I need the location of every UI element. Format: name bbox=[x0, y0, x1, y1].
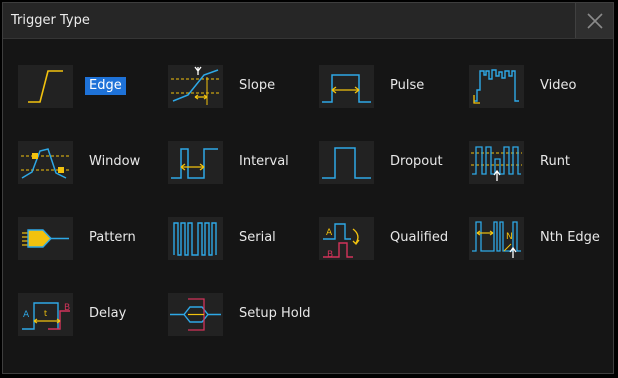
pulse-icon bbox=[319, 65, 374, 108]
trigger-label-runt: Runt bbox=[540, 154, 571, 169]
trigger-label-nth-edge: Nth Edge bbox=[540, 230, 600, 245]
trigger-label-serial: Serial bbox=[239, 230, 276, 245]
window-icon bbox=[18, 141, 73, 184]
dropout-icon bbox=[319, 141, 374, 184]
delay-a-label: A bbox=[23, 310, 30, 320]
trigger-item-pattern[interactable]: Pattern bbox=[3, 215, 153, 263]
trigger-item-serial[interactable]: Serial bbox=[153, 215, 303, 263]
interval-icon bbox=[168, 141, 223, 184]
trigger-item-slope[interactable]: Slope bbox=[153, 63, 303, 111]
trigger-item-pulse[interactable]: Pulse bbox=[304, 63, 454, 111]
trigger-item-qualified[interactable]: A B Qualified bbox=[304, 215, 454, 263]
trigger-label-qualified: Qualified bbox=[390, 230, 449, 245]
trigger-label-interval: Interval bbox=[239, 154, 289, 169]
edge-icon bbox=[18, 65, 73, 108]
trigger-label-delay: Delay bbox=[89, 306, 127, 321]
trigger-label-video: Video bbox=[540, 78, 577, 93]
trigger-item-dropout[interactable]: Dropout bbox=[304, 139, 454, 187]
qualified-icon: A B bbox=[319, 217, 374, 260]
trigger-label-dropout: Dropout bbox=[390, 154, 443, 169]
trigger-item-nth-edge[interactable]: N Nth Edge bbox=[454, 215, 604, 263]
trigger-item-edge[interactable]: Edge bbox=[3, 63, 153, 111]
trigger-label-setup-hold: Setup Hold bbox=[239, 306, 311, 321]
qualified-a-label: A bbox=[326, 228, 333, 238]
close-icon bbox=[586, 12, 603, 29]
trigger-label-edge: Edge bbox=[85, 77, 126, 95]
delay-icon: A t B bbox=[18, 293, 73, 336]
delay-t-label: t bbox=[44, 309, 47, 318]
runt-icon bbox=[469, 141, 524, 184]
trigger-item-video[interactable]: Video bbox=[454, 63, 604, 111]
trigger-type-grid: Edge Slope Pulse Video Window Interval D… bbox=[3, 39, 613, 373]
qualified-b-label: B bbox=[327, 250, 333, 260]
trigger-label-pattern: Pattern bbox=[89, 230, 136, 245]
trigger-item-setup-hold[interactable]: Setup Hold bbox=[153, 291, 311, 339]
trigger-label-pulse: Pulse bbox=[390, 78, 425, 93]
close-button[interactable] bbox=[575, 3, 613, 38]
pattern-icon bbox=[18, 217, 73, 260]
nth-n-label: N bbox=[506, 232, 513, 242]
nth-edge-icon: N bbox=[469, 217, 524, 260]
trigger-label-window: Window bbox=[89, 154, 141, 169]
trigger-label-slope: Slope bbox=[239, 78, 276, 93]
trigger-item-interval[interactable]: Interval bbox=[153, 139, 303, 187]
trigger-item-runt[interactable]: Runt bbox=[454, 139, 604, 187]
serial-icon bbox=[168, 217, 223, 260]
slope-icon bbox=[168, 65, 223, 108]
dialog-title: Trigger Type bbox=[11, 13, 90, 28]
trigger-item-delay[interactable]: A t B Delay bbox=[3, 291, 153, 339]
trigger-type-dialog: Trigger Type Edge Slope Pulse Video Wind… bbox=[2, 2, 614, 374]
video-icon bbox=[469, 65, 524, 108]
trigger-item-window[interactable]: Window bbox=[3, 139, 153, 187]
setup-hold-icon bbox=[168, 293, 223, 336]
dialog-titlebar: Trigger Type bbox=[3, 3, 613, 39]
